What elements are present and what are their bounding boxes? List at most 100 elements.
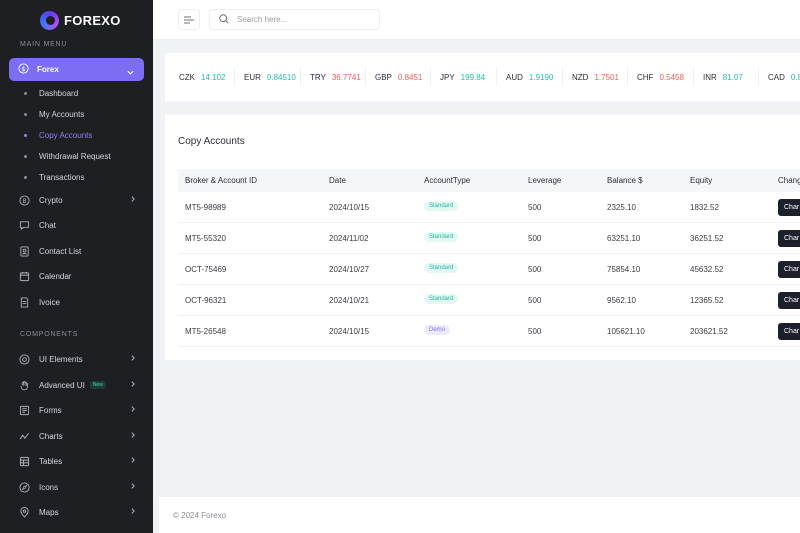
sidebar-item-label: Ivoice — [39, 297, 60, 307]
account-id: OCT-75469 — [185, 265, 227, 274]
copy-accounts-card: Copy Accounts Broker & Account ID Date Acc… — [165, 115, 800, 360]
chevron-right-icon — [129, 456, 137, 466]
search-input[interactable] — [237, 15, 367, 24]
leverage-cell: 500 — [528, 234, 542, 243]
sidebar-item-charts[interactable]: Charts — [19, 429, 137, 443]
main-menu-label: MAIN MENU — [20, 41, 68, 48]
components-label: COMPONENTS — [20, 331, 79, 338]
compass-icon — [19, 481, 30, 493]
menu-toggle-button[interactable] — [178, 9, 200, 30]
table-row: MT5-98989 2024/10/15 500 2325.10 1832.52 Stan… — [178, 192, 800, 223]
ticker-item-inr: INR 81.07 — [694, 68, 759, 86]
sidebar-subitem-label: My Accounts — [39, 109, 85, 119]
currency-rate: 0.5458 — [659, 72, 684, 82]
bullet-dot — [24, 133, 27, 137]
sidebar-subitem-label: Copy Accounts — [39, 130, 93, 140]
sidebar-item-label: UI Elements — [39, 354, 83, 364]
sidebar-item-calendar[interactable]: Calendar — [19, 269, 137, 283]
sidebar-item-icons[interactable]: Icons — [19, 480, 137, 494]
sidebar-subitem-withdrawal-request[interactable]: Withdrawal Request — [24, 150, 111, 162]
ticker-item-nzd: NZD 1.7501 — [563, 68, 628, 86]
sidebar-item-maps[interactable]: Maps — [19, 505, 137, 519]
ticker-item-eur: EUR 0.84510 — [235, 68, 301, 86]
sidebar-item-ui-elements[interactable]: UI Elements — [19, 352, 137, 366]
sidebar-item-crypto[interactable]: B Crypto — [19, 193, 137, 207]
leverage-cell: 500 — [528, 296, 542, 305]
column-header: Leverage — [528, 176, 562, 185]
equity-cell: 36251.52 — [690, 234, 724, 243]
sidebar-subitem-label: Withdrawal Request — [39, 151, 111, 161]
sidebar-item-ivoice[interactable]: Ivoice — [19, 295, 137, 309]
bullet-dot — [24, 112, 27, 116]
sidebar-item-label: Advanced UI — [39, 380, 85, 390]
sidebar-item-label: Chat — [39, 220, 56, 230]
dollar-circle-icon: $ — [18, 61, 29, 79]
equity-cell: 1832.52 — [690, 203, 719, 212]
layers-icon — [19, 353, 30, 365]
hand-icon — [19, 380, 30, 391]
sidebar-item-advanced-ui[interactable]: Advanced UI New — [19, 378, 137, 392]
table-row: MT5-55320 2024/11/02 500 63251.10 36251.52 St… — [178, 223, 800, 254]
change-button[interactable]: Char — [778, 230, 800, 247]
sidebar-subitem-dashboard[interactable]: Dashboard — [24, 87, 78, 99]
currency-rate: 1.9190 — [528, 72, 554, 82]
account-type-badge: Standard — [424, 232, 459, 242]
column-header: Balance $ — [607, 176, 643, 185]
date-cell: 2024/10/27 — [329, 265, 370, 274]
search-box[interactable] — [209, 9, 380, 30]
sidebar-item-label: Maps — [39, 507, 59, 517]
leverage-cell: 500 — [528, 265, 542, 274]
balance-cell: 9562.10 — [607, 296, 636, 305]
bullet-dot — [24, 175, 27, 179]
table-row: OCT-96321 2024/10/21 500 9562.10 12365.52 Sta… — [178, 285, 800, 316]
currency-code: CHF — [637, 72, 654, 82]
bitcoin-icon: B — [19, 194, 30, 206]
chart-icon — [19, 431, 30, 442]
sidebar-subitem-copy-accounts[interactable]: Copy Accounts — [24, 129, 92, 141]
currency-code: TRY — [310, 72, 326, 82]
change-button[interactable]: Char — [778, 261, 800, 278]
column-header: Broker & Account ID — [185, 176, 258, 185]
sidebar-subitem-my-accounts[interactable]: My Accounts — [24, 108, 84, 120]
change-button[interactable]: Char — [778, 323, 800, 340]
bullet-dot — [24, 91, 27, 95]
brand-logo[interactable]: FOREXO — [40, 10, 121, 30]
ticker-item-gbp: GBP 0.8451 — [366, 68, 431, 86]
sidebar-subitem-transactions[interactable]: Transactions — [24, 171, 85, 183]
sidebar-item-contact-list[interactable]: Contact List — [19, 244, 137, 258]
sidebar-item-tables[interactable]: Tables — [19, 454, 137, 468]
search-icon — [219, 11, 229, 29]
currency-code: CAD — [768, 72, 785, 82]
account-id: MT5-98989 — [185, 203, 226, 212]
chevron-right-icon — [129, 380, 137, 390]
ticker-item-aud: AUD 1.9190 — [497, 68, 563, 86]
column-header: Equity — [690, 176, 713, 185]
sidebar-item-forms[interactable]: Forms — [19, 403, 137, 417]
account-id: MT5-26548 — [185, 327, 226, 336]
menu-icon — [184, 11, 194, 29]
change-button[interactable]: Char — [778, 292, 800, 309]
sidebar-item-label: Forex — [37, 65, 59, 74]
equity-cell: 203621.52 — [690, 327, 728, 336]
sidebar-item-forex[interactable]: $ Forex — [9, 58, 144, 81]
currency-code: INR — [703, 72, 717, 82]
sidebar-item-label: Crypto — [39, 195, 63, 205]
column-header: AccountType — [424, 176, 471, 185]
sidebar: FOREXO MAIN MENU $ Forex Dashboard My Acc… — [0, 0, 153, 533]
chevron-right-icon — [129, 195, 137, 205]
account-type-badge: Standard — [424, 294, 459, 304]
currency-rate: 199.84 — [460, 72, 486, 82]
footer: © 2024 Forexo — [159, 497, 800, 533]
sidebar-item-chat[interactable]: Chat — [19, 218, 137, 232]
currency-rate: 14.102 — [201, 72, 226, 82]
column-header: Chang — [778, 176, 800, 185]
top-header — [153, 0, 800, 40]
map-pin-icon — [19, 506, 30, 518]
change-button[interactable]: Char — [778, 199, 800, 216]
sidebar-item-label: Icons — [39, 482, 59, 492]
balance-cell: 105621.10 — [607, 327, 645, 336]
card-title: Copy Accounts — [178, 136, 245, 147]
account-id: MT5-55320 — [185, 234, 226, 243]
ticker-item-jpy: JPY 199.84 — [431, 68, 497, 86]
ticker-item-czk: CZK 14.102 — [170, 68, 235, 86]
